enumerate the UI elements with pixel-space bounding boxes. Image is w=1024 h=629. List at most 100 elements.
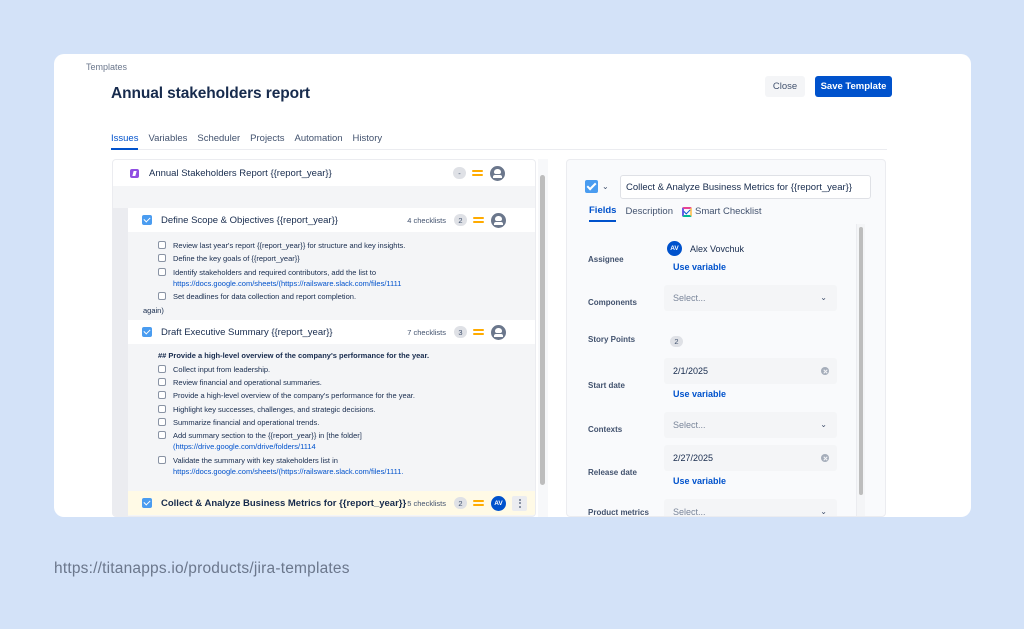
parent-issue-row[interactable]: Annual Stakeholders Report {{report_year… — [113, 160, 535, 186]
checklist-item: Set deadlines for data collection and re… — [158, 291, 535, 302]
priority-medium-icon[interactable] — [472, 169, 483, 177]
checklist-checkbox[interactable] — [158, 391, 166, 400]
checklist-item: Summarize financial and operational tren… — [158, 417, 535, 428]
checklist-block: Review last year's report {{report_year}… — [128, 240, 535, 316]
issue-tree-scrollbar[interactable] — [538, 159, 548, 517]
parent-issue-title: Annual Stakeholders Report {{report_year… — [149, 167, 332, 179]
checklist-item: Provide a high-level overview of the com… — [158, 390, 535, 401]
use-variable-link[interactable]: Use variable — [673, 389, 726, 399]
checklist-item: Review financial and operational summari… — [158, 377, 535, 388]
unassigned-avatar-icon[interactable] — [491, 212, 506, 228]
more-actions-icon[interactable] — [512, 495, 527, 511]
tab-scheduler[interactable]: Scheduler — [197, 132, 240, 150]
template-editor-card: Templates Annual stakeholders report Clo… — [54, 54, 971, 517]
issue-title: Define Scope & Objectives {{report_year}… — [161, 214, 338, 226]
release-date-picker[interactable]: 2/27/2025 — [664, 445, 837, 471]
checklist-checkbox[interactable] — [158, 254, 166, 263]
issue-row[interactable]: Draft Executive Summary {{report_year}} … — [128, 320, 535, 344]
scrollbar-thumb[interactable] — [859, 227, 863, 495]
checklist-item-text: Highlight key successes, challenges, and… — [173, 404, 376, 414]
contexts-placeholder: Select... — [673, 420, 706, 430]
checklist-checkbox[interactable] — [158, 431, 166, 440]
tab-projects[interactable]: Projects — [250, 132, 284, 150]
checklist-item-text: Review financial and operational summari… — [173, 377, 322, 387]
checklist-item-link[interactable]: https://docs.google.com/sheets/(https://… — [173, 278, 401, 289]
issue-tree-panel: Annual Stakeholders Report {{report_year… — [112, 159, 548, 517]
issue-checkbox[interactable] — [142, 327, 152, 337]
issue-title: Draft Executive Summary {{report_year}} — [161, 326, 333, 338]
checklist-block: ## Provide a high-level overview of the … — [128, 351, 535, 479]
issue-summary-input[interactable] — [620, 175, 871, 199]
checklist-checkbox[interactable] — [158, 267, 166, 276]
tab-automation[interactable]: Automation — [294, 132, 342, 150]
issue-checkbox[interactable] — [142, 498, 152, 508]
assignee-avatar[interactable]: AV — [491, 495, 506, 511]
checklist-item: Identify stakeholders and required contr… — [158, 267, 535, 289]
issue-row[interactable]: Define Scope & Objectives {{report_year}… — [128, 208, 535, 232]
product-metrics-select[interactable]: Select... ⌄ — [664, 499, 837, 517]
components-select[interactable]: Select... ⌄ — [664, 285, 837, 311]
checklist-checkbox[interactable] — [158, 404, 166, 413]
tab-issues[interactable]: Issues — [111, 132, 139, 150]
subtask-count-badge: 2 — [454, 214, 467, 226]
priority-medium-icon[interactable] — [473, 499, 484, 507]
checklist-checkbox[interactable] — [158, 418, 166, 427]
assignee-picker[interactable]: AV Alex Vovchuk — [667, 241, 744, 256]
field-label-contexts: Contexts — [588, 425, 623, 434]
tab-history[interactable]: History — [353, 132, 383, 150]
checklist-checkbox[interactable] — [158, 377, 166, 386]
tab-fields[interactable]: Fields — [589, 205, 617, 222]
clear-icon[interactable] — [821, 367, 829, 375]
indent-guide — [113, 208, 128, 516]
issue-checkbox[interactable] — [142, 215, 152, 225]
unassigned-avatar-icon[interactable] — [490, 165, 505, 181]
field-label-release-date: Release date — [588, 468, 637, 477]
checklist-item: Highlight key successes, challenges, and… — [158, 404, 535, 415]
checklist-item-link[interactable]: https://docs.google.com/sheets/(https://… — [173, 466, 404, 477]
tab-variables[interactable]: Variables — [148, 132, 187, 150]
checklist-item-link[interactable]: (https://drive.google.com/drive/folders/… — [173, 441, 362, 452]
checklist-item: Validate the summary with key stakeholde… — [158, 455, 535, 477]
fields-scrollbar[interactable] — [856, 224, 865, 516]
field-label-story-points: Story Points — [588, 335, 636, 344]
checklist-checkbox[interactable] — [158, 241, 166, 249]
checklist-tail-text: again) — [143, 305, 164, 315]
tab-smart-checklist[interactable]: Smart Checklist — [681, 205, 762, 222]
issue-type-checkbox-icon[interactable] — [585, 180, 598, 193]
breadcrumb[interactable]: Templates — [86, 62, 127, 72]
issue-row-selected[interactable]: Collect & Analyze Business Metrics for {… — [128, 491, 535, 515]
tab-description[interactable]: Description — [625, 205, 673, 222]
story-points-value[interactable]: 2 — [670, 336, 683, 347]
checklist-count: 5 checklists — [407, 498, 446, 508]
contexts-select[interactable]: Select... ⌄ — [664, 412, 837, 438]
checklist-item-text-main: Add summary section to the {{report_year… — [173, 431, 362, 441]
chevron-down-icon: ⌄ — [820, 293, 827, 302]
assignee-name: Alex Vovchuk — [690, 243, 745, 254]
use-variable-link[interactable]: Use variable — [673, 476, 726, 486]
start-date-picker[interactable]: 2/1/2025 — [664, 358, 837, 384]
checklist-item-text: Define the key goals of {{report_year}} — [173, 254, 300, 264]
subtask-count-badge: - — [453, 167, 466, 179]
use-variable-link[interactable]: Use variable — [673, 262, 726, 272]
priority-medium-icon[interactable] — [473, 216, 484, 224]
smart-checklist-icon — [681, 206, 692, 217]
clear-icon[interactable] — [821, 454, 829, 462]
save-template-button[interactable]: Save Template — [815, 76, 892, 97]
checklist-item-text: Set deadlines for data collection and re… — [173, 292, 357, 302]
checklist-checkbox[interactable] — [158, 364, 166, 373]
unassigned-avatar-icon[interactable] — [491, 324, 506, 340]
tab-smart-checklist-label: Smart Checklist — [694, 206, 762, 217]
field-label-assignee: Assignee — [588, 255, 624, 264]
product-metrics-placeholder: Select... — [673, 507, 706, 517]
chevron-down-icon[interactable]: ⌄ — [602, 182, 609, 191]
chevron-down-icon: ⌄ — [820, 507, 827, 516]
checklist-item: Collect input from leadership. — [158, 364, 535, 375]
scrollbar-thumb[interactable] — [540, 175, 545, 485]
checklist-checkbox[interactable] — [158, 455, 166, 464]
close-button[interactable]: Close — [765, 76, 805, 97]
field-label-components: Components — [588, 298, 637, 307]
fields-list: Assignee AV Alex Vovchuk Use variable Co… — [567, 224, 864, 517]
checklist-count: 4 checklists — [407, 215, 446, 225]
priority-medium-icon[interactable] — [473, 328, 484, 336]
checklist-checkbox[interactable] — [158, 292, 166, 301]
